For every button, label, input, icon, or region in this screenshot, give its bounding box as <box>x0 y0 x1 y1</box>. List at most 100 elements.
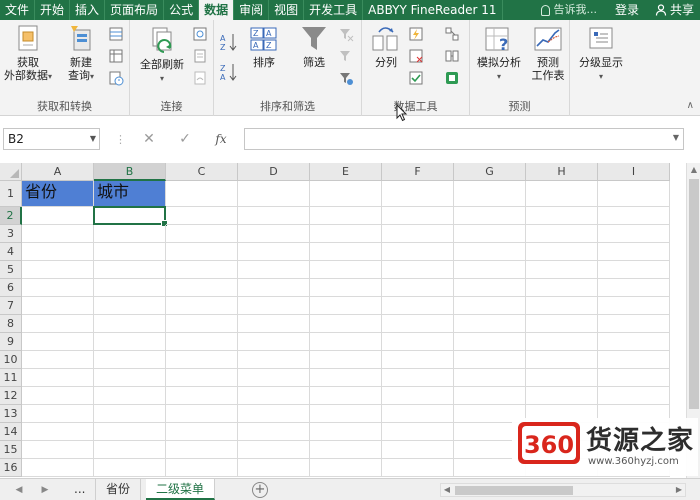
cell-d1[interactable] <box>238 181 310 207</box>
cell-b6[interactable] <box>94 279 166 297</box>
row-header-14[interactable]: 14 <box>0 423 22 441</box>
cell-h9[interactable] <box>526 333 598 351</box>
cell-e14[interactable] <box>310 423 382 441</box>
tab-2[interactable]: 插入 <box>70 0 106 20</box>
cell-d15[interactable] <box>238 441 310 459</box>
cell-f9[interactable] <box>382 333 454 351</box>
tab-3[interactable]: 页面布局 <box>105 0 165 20</box>
cell-g12[interactable] <box>454 387 526 405</box>
column-header-f[interactable]: F <box>382 163 454 181</box>
cell-c16[interactable] <box>166 459 238 477</box>
what-if-analysis-button[interactable]: ? 模拟分析 ▾ <box>472 24 526 83</box>
cell-d4[interactable] <box>238 243 310 261</box>
cell-e4[interactable] <box>310 243 382 261</box>
next-sheet-icon[interactable]: ▶ <box>36 479 54 500</box>
cell-a7[interactable] <box>22 297 94 315</box>
cell-f2[interactable] <box>382 207 454 225</box>
column-header-d[interactable]: D <box>238 163 310 181</box>
cell-f7[interactable] <box>382 297 454 315</box>
column-header-e[interactable]: E <box>310 163 382 181</box>
cell-c6[interactable] <box>166 279 238 297</box>
cell-a16[interactable] <box>22 459 94 477</box>
name-box[interactable]: B2 ▼ <box>3 128 100 150</box>
cell-e9[interactable] <box>310 333 382 351</box>
cell-b14[interactable] <box>94 423 166 441</box>
sort-a-z-icon[interactable]: AZ <box>220 32 238 52</box>
row-header-3[interactable]: 3 <box>0 225 22 243</box>
sheet-tab-1[interactable]: 省份 <box>96 479 142 500</box>
cell-c9[interactable] <box>166 333 238 351</box>
edit-links-icon[interactable] <box>192 70 208 86</box>
cell-c8[interactable] <box>166 315 238 333</box>
cell-h5[interactable] <box>526 261 598 279</box>
cell-i8[interactable] <box>598 315 670 333</box>
cell-g11[interactable] <box>454 369 526 387</box>
cell-h10[interactable] <box>526 351 598 369</box>
cell-f16[interactable] <box>382 459 454 477</box>
column-header-g[interactable]: G <box>454 163 526 181</box>
chevron-down-icon[interactable]: ▼ <box>673 133 679 142</box>
cell-g6[interactable] <box>454 279 526 297</box>
new-query-button[interactable]: 新建 查询▾ <box>58 24 104 83</box>
cell-b9[interactable] <box>94 333 166 351</box>
cell-h3[interactable] <box>526 225 598 243</box>
cell-a13[interactable] <box>22 405 94 423</box>
row-header-12[interactable]: 12 <box>0 387 22 405</box>
cell-i1[interactable] <box>598 181 670 207</box>
cell-d8[interactable] <box>238 315 310 333</box>
cell-f3[interactable] <box>382 225 454 243</box>
cell-b13[interactable] <box>94 405 166 423</box>
cell-a8[interactable] <box>22 315 94 333</box>
cell-d12[interactable] <box>238 387 310 405</box>
cell-c4[interactable] <box>166 243 238 261</box>
cell-b5[interactable] <box>94 261 166 279</box>
cell-h7[interactable] <box>526 297 598 315</box>
confirm-entry-icon[interactable]: ✓ <box>174 129 196 149</box>
cell-i9[interactable] <box>598 333 670 351</box>
cell-f4[interactable] <box>382 243 454 261</box>
cell-i3[interactable] <box>598 225 670 243</box>
add-sheet-icon[interactable]: + <box>252 482 268 498</box>
cell-g1[interactable] <box>454 181 526 207</box>
cell-e2[interactable] <box>310 207 382 225</box>
cell-f8[interactable] <box>382 315 454 333</box>
cancel-entry-icon[interactable]: ✕ <box>138 129 160 149</box>
row-header-16[interactable]: 16 <box>0 459 22 477</box>
refresh-all-button[interactable]: 全部刷新 ▾ <box>134 24 190 85</box>
row-header-5[interactable]: 5 <box>0 261 22 279</box>
flash-fill-icon[interactable] <box>408 26 424 42</box>
cell-e1[interactable] <box>310 181 382 207</box>
cell-b12[interactable] <box>94 387 166 405</box>
cell-c7[interactable] <box>166 297 238 315</box>
cell-c2[interactable] <box>166 207 238 225</box>
tab-4[interactable]: 公式 <box>164 0 200 20</box>
cell-h4[interactable] <box>526 243 598 261</box>
cell-g2[interactable] <box>454 207 526 225</box>
cell-f1[interactable] <box>382 181 454 207</box>
cell-f12[interactable] <box>382 387 454 405</box>
cell-a12[interactable] <box>22 387 94 405</box>
cell-a9[interactable] <box>22 333 94 351</box>
cell-c13[interactable] <box>166 405 238 423</box>
tab-7[interactable]: 视图 <box>269 0 305 20</box>
tab-1[interactable]: 开始 <box>35 0 71 20</box>
cell-g10[interactable] <box>454 351 526 369</box>
cell-d9[interactable] <box>238 333 310 351</box>
cell-d6[interactable] <box>238 279 310 297</box>
cell-b2[interactable] <box>94 207 166 225</box>
cell-a14[interactable] <box>22 423 94 441</box>
cell-h8[interactable] <box>526 315 598 333</box>
cell-h11[interactable] <box>526 369 598 387</box>
cell-e16[interactable] <box>310 459 382 477</box>
row-header-7[interactable]: 7 <box>0 297 22 315</box>
cell-d3[interactable] <box>238 225 310 243</box>
cell-b16[interactable] <box>94 459 166 477</box>
cell-i6[interactable] <box>598 279 670 297</box>
consolidate-icon[interactable] <box>444 26 460 42</box>
manage-data-model-icon[interactable] <box>444 70 460 86</box>
cell-d13[interactable] <box>238 405 310 423</box>
row-header-13[interactable]: 13 <box>0 405 22 423</box>
cell-f6[interactable] <box>382 279 454 297</box>
cell-a3[interactable] <box>22 225 94 243</box>
cell-a15[interactable] <box>22 441 94 459</box>
